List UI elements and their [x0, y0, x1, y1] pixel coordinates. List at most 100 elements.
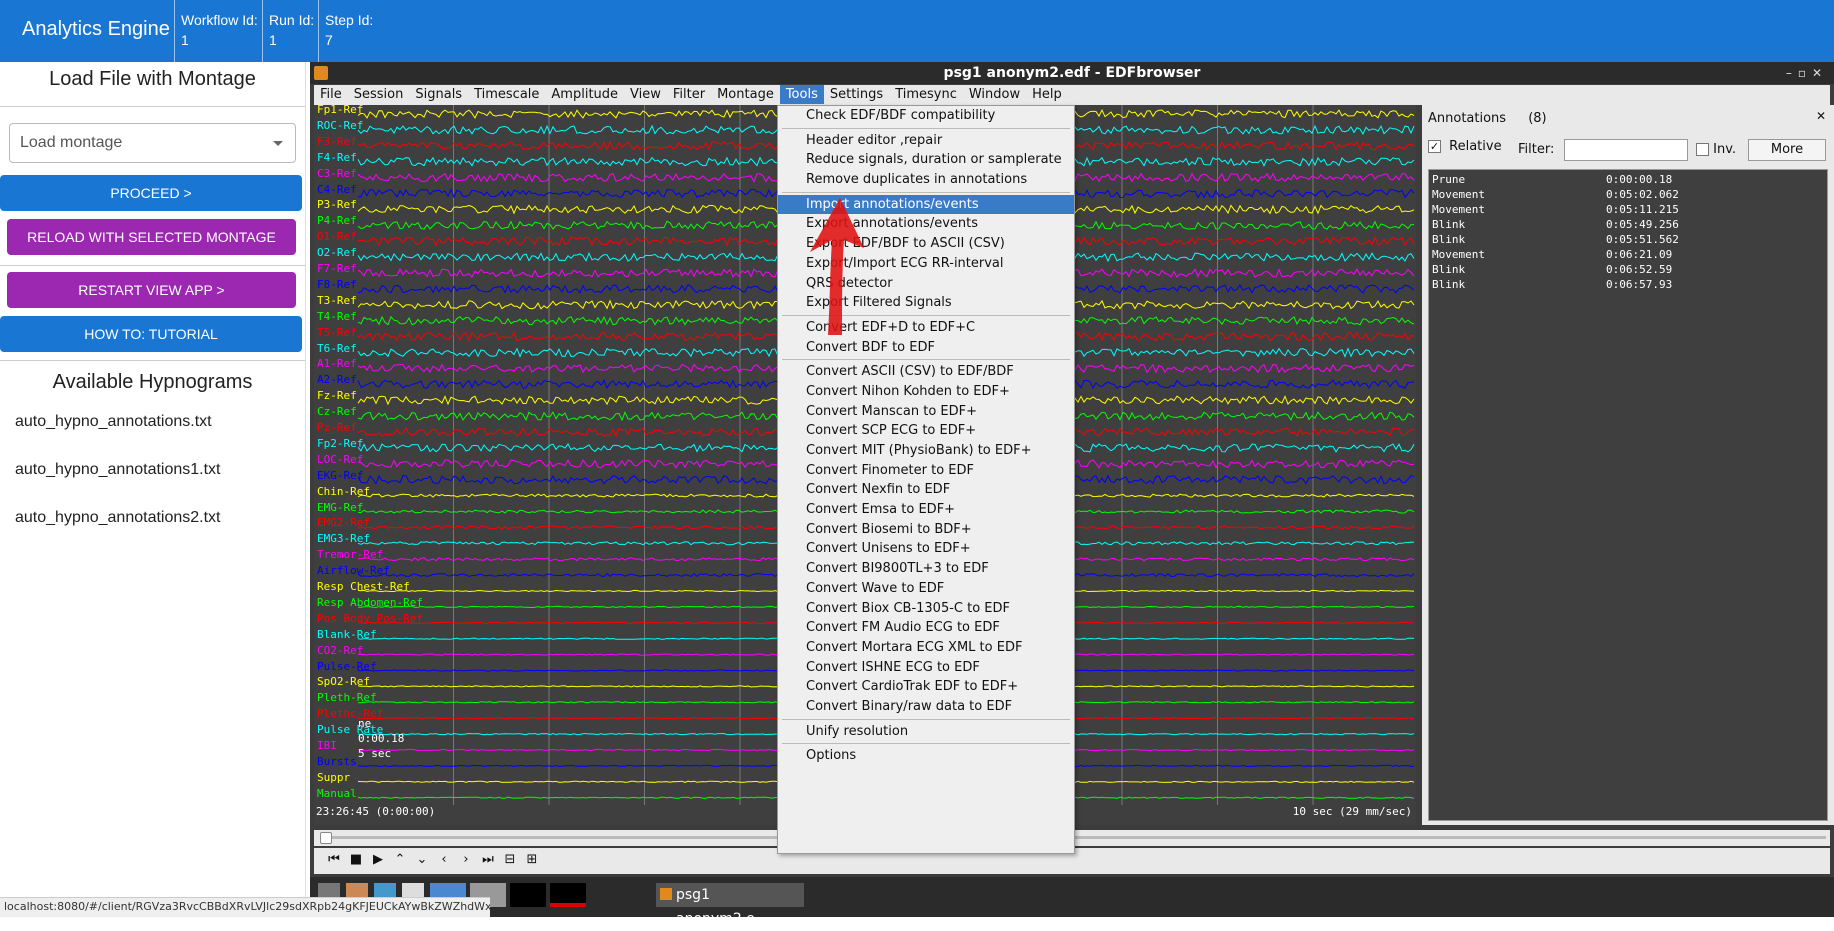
channel-label[interactable]: EMG3-Ref	[317, 532, 370, 545]
channel-label[interactable]: Resp Chest-Ref	[317, 580, 410, 593]
annotation-row[interactable]: Blink 0:05:51.562	[1432, 232, 1824, 247]
montage-select[interactable]: Load montage	[9, 123, 296, 163]
channel-label[interactable]: T4-Ref	[317, 310, 357, 323]
tools-menu-item[interactable]: Convert Mortara ECG XML to EDF	[778, 638, 1074, 658]
tools-menu-item[interactable]: Convert Binary/raw data to EDF	[778, 697, 1074, 717]
window-controls[interactable]: –▫✕	[1786, 62, 1828, 84]
channel-label[interactable]: Pleth-Ref	[317, 691, 377, 704]
tools-menu-item[interactable]: Convert Biosemi to BDF+	[778, 520, 1074, 540]
annotation-row[interactable]: Movement 0:06:21.09	[1432, 247, 1824, 262]
tools-menu-item[interactable]: Unify resolution	[778, 722, 1074, 742]
workspace-3[interactable]	[510, 883, 546, 907]
annotation-row[interactable]: Movement 0:05:11.215	[1432, 202, 1824, 217]
channel-label[interactable]: T5-Ref	[317, 326, 357, 339]
annotation-row[interactable]: Blink 0:06:52.59	[1432, 262, 1824, 277]
channel-label[interactable]: Chin-Ref	[317, 485, 370, 498]
stop-icon[interactable]: ■	[346, 852, 366, 870]
tools-menu-item[interactable]: Convert CardioTrak EDF to EDF+	[778, 677, 1074, 697]
tools-menu-item[interactable]: Convert ISHNE ECG to EDF	[778, 658, 1074, 678]
channel-label[interactable]: Fz-Ref	[317, 389, 357, 402]
annotation-row[interactable]: Prune 0:00:00.18	[1432, 172, 1824, 187]
menu-tools[interactable]: Tools	[779, 85, 824, 104]
channel-label[interactable]: Pz-Ref	[317, 421, 357, 434]
menu-file[interactable]: File	[314, 85, 348, 104]
channel-label[interactable]: F7-Ref	[317, 262, 357, 275]
channel-label[interactable]: F8-Ref	[317, 278, 357, 291]
tools-menu-item[interactable]: Remove duplicates in annotations	[778, 170, 1074, 190]
tools-menu-item[interactable]: Check EDF/BDF compatibility	[778, 106, 1074, 126]
menu-help[interactable]: Help	[1026, 85, 1068, 104]
tools-menu-item[interactable]: Convert Unisens to EDF+	[778, 539, 1074, 559]
tools-menu-item[interactable]: Convert Emsa to EDF+	[778, 500, 1074, 520]
channel-label[interactable]: O2-Ref	[317, 246, 357, 259]
proceed-button[interactable]: PROCEED >	[0, 175, 302, 211]
hypnogram-item[interactable]: auto_hypno_annotations2.txt	[0, 494, 305, 542]
skip-back-icon[interactable]: ⏮	[324, 852, 344, 870]
tools-menu-item[interactable]: Convert MIT (PhysioBank) to EDF+	[778, 441, 1074, 461]
hypnogram-item[interactable]: auto_hypno_annotations.txt	[0, 398, 305, 446]
channel-label[interactable]: P4-Ref	[317, 214, 357, 227]
tools-menu-item[interactable]: Header editor ,repair	[778, 131, 1074, 151]
taskbar-window-button[interactable]: psg1 anonym2.e...	[656, 883, 804, 927]
menu-window[interactable]: Window	[963, 85, 1026, 104]
menu-filter[interactable]: Filter	[667, 85, 711, 104]
channel-label[interactable]: CO2-Ref	[317, 644, 363, 657]
channel-label[interactable]: A2-Ref	[317, 373, 357, 386]
channel-label[interactable]: C3-Ref	[317, 167, 357, 180]
channel-label[interactable]: A1-Ref	[317, 357, 357, 370]
tools-menu-item[interactable]: Convert Wave to EDF	[778, 579, 1074, 599]
skip-forward-icon[interactable]: ⏭	[478, 852, 498, 870]
channel-label[interactable]: ROC-Ref	[317, 119, 363, 132]
channel-label[interactable]: C4-Ref	[317, 183, 357, 196]
tools-menu-item[interactable]: Convert Manscan to EDF+	[778, 402, 1074, 422]
zoom-out-icon[interactable]: ⊟	[500, 852, 520, 870]
tools-menu-item[interactable]: Options	[778, 746, 1074, 766]
reload-montage-button[interactable]: RELOAD WITH SELECTED MONTAGE	[7, 219, 296, 255]
menu-signals[interactable]: Signals	[409, 85, 468, 104]
tools-menu-item[interactable]: Convert Finometer to EDF	[778, 461, 1074, 481]
chevron-right-icon[interactable]: ›	[456, 852, 476, 870]
tools-menu-item[interactable]: Convert FM Audio ECG to EDF	[778, 618, 1074, 638]
tools-menu-item[interactable]: Convert Nihon Kohden to EDF+	[778, 382, 1074, 402]
zoom-in-icon[interactable]: ⊞	[522, 852, 542, 870]
channel-label[interactable]: EMG-Ref	[317, 501, 363, 514]
channel-label[interactable]: SpO2-Ref	[317, 675, 370, 688]
tutorial-button[interactable]: HOW TO: TUTORIAL	[0, 316, 302, 352]
menu-settings[interactable]: Settings	[824, 85, 889, 104]
hypnogram-item[interactable]: auto_hypno_annotations1.txt	[0, 446, 305, 494]
menu-montage[interactable]: Montage	[711, 85, 780, 104]
channel-label[interactable]: Fp2-Ref	[317, 437, 363, 450]
channel-label[interactable]: Plethc-Ref	[317, 707, 383, 720]
workspace-4[interactable]	[550, 883, 586, 907]
menu-timesync[interactable]: Timesync	[889, 85, 963, 104]
scroll-handle[interactable]	[320, 832, 332, 844]
menu-view[interactable]: View	[624, 85, 667, 104]
chevron-left-icon[interactable]: ‹	[434, 852, 454, 870]
tools-menu-item[interactable]: Convert SCP ECG to EDF+	[778, 421, 1074, 441]
chevron-up-icon[interactable]: ⌃	[390, 852, 410, 870]
tools-menu-item[interactable]: Convert BI9800TL+3 to EDF	[778, 559, 1074, 579]
filter-input[interactable]	[1564, 139, 1688, 161]
chevron-down-icon[interactable]: ⌄	[412, 852, 432, 870]
channel-label[interactable]: T3-Ref	[317, 294, 357, 307]
tools-menu-item[interactable]: Convert BDF to EDF	[778, 338, 1074, 358]
relative-checkbox[interactable]: ✓	[1428, 140, 1441, 153]
more-button[interactable]: More	[1748, 139, 1826, 161]
channel-label[interactable]: O1-Ref	[317, 230, 357, 243]
menu-amplitude[interactable]: Amplitude	[545, 85, 624, 104]
channel-label[interactable]: Manual	[317, 787, 357, 800]
channel-label[interactable]: Tremor-Ref	[317, 548, 383, 561]
channel-label[interactable]: Pos Body Pos-Ref	[317, 612, 423, 625]
channel-label[interactable]: Suppr	[317, 771, 350, 784]
channel-label[interactable]: T6-Ref	[317, 342, 357, 355]
channel-label[interactable]: IBI	[317, 739, 337, 752]
menu-timescale[interactable]: Timescale	[468, 85, 545, 104]
channel-label[interactable]: P3-Ref	[317, 198, 357, 211]
channel-label[interactable]: Airflow-Ref	[317, 564, 390, 577]
channel-label[interactable]: Bursts	[317, 755, 357, 768]
tools-menu-item[interactable]: Reduce signals, duration or samplerate	[778, 150, 1074, 170]
inv-checkbox[interactable]	[1696, 143, 1709, 156]
annotation-row[interactable]: Movement 0:05:02.062	[1432, 187, 1824, 202]
channel-label[interactable]: F4-Ref	[317, 151, 357, 164]
channel-label[interactable]: Blank-Ref	[317, 628, 377, 641]
